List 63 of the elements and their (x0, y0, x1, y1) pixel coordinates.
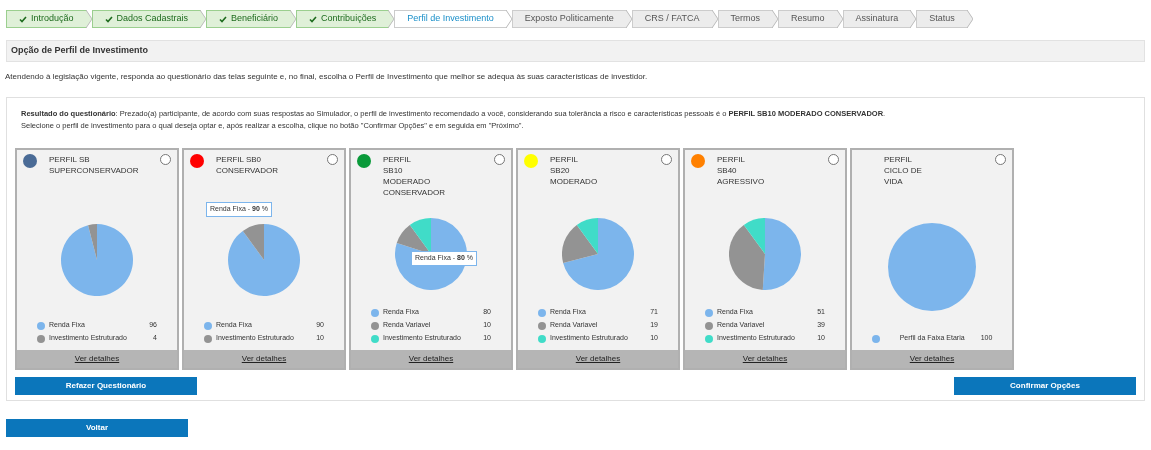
details-link[interactable]: Ver detalhes (408, 353, 454, 365)
radio-button[interactable] (828, 154, 839, 165)
profile-title: SB10 (383, 165, 404, 176)
radio-button[interactable] (995, 154, 1006, 165)
chevron-icon (772, 10, 779, 28)
check-icon (309, 15, 318, 23)
check-icon (19, 15, 27, 23)
legend-swatch (371, 334, 379, 343)
details-link[interactable]: Ver detalhes (74, 353, 120, 365)
radio-button[interactable] (494, 154, 505, 165)
legend-swatch (871, 334, 880, 343)
profile-title: AGRESSIVO (717, 176, 766, 187)
chevron-icon (711, 10, 718, 28)
chevron-icon (836, 10, 843, 28)
chevron-icon (85, 10, 92, 28)
check-icon (104, 15, 113, 23)
legend-swatch (538, 308, 546, 317)
profile-title: PERFIL SB (49, 154, 91, 165)
profile-title: PERFIL (383, 154, 412, 165)
profile-title: SB40 (717, 165, 738, 176)
profile-title: PERFIL (884, 154, 913, 165)
profile-title: PERFIL (550, 154, 579, 165)
legend-swatch (37, 334, 45, 343)
legend-swatch (37, 321, 45, 330)
radio-button[interactable] (160, 154, 171, 165)
chevron-icon (966, 10, 973, 28)
check-icon (219, 15, 228, 23)
chevron-icon (505, 10, 512, 28)
radio-button[interactable] (661, 154, 672, 165)
details-link[interactable]: Ver detalhes (241, 353, 287, 365)
chevron-icon (910, 10, 917, 28)
profile-title: CONSERVADOR (216, 165, 279, 176)
chevron-icon (200, 10, 207, 28)
legend-swatch (705, 321, 713, 330)
chevron-icon (625, 10, 632, 28)
intro-text: Atendendo à legislação vigente, responda ao questionário das telas seguinte e, no final, escolha o Perfil de Investimento que melhor se adequa às suas características de investidor. (5, 71, 649, 83)
profile-title: CONSERVADOR (383, 187, 446, 198)
legend-swatch (371, 308, 379, 317)
chevron-icon (388, 10, 395, 28)
details-link[interactable]: Ver detalhes (575, 353, 621, 365)
profile-title: SB20 (550, 165, 571, 176)
legend-swatch (538, 321, 546, 330)
legend-swatch (204, 321, 212, 330)
details-link[interactable]: Ver detalhes (909, 353, 955, 365)
profile-title: MODERADO (550, 176, 599, 187)
profile-title: VIDA (884, 176, 904, 187)
confirm-options-button[interactable]: Confirmar Opções (954, 377, 1136, 395)
redo-questionnaire-button[interactable]: Refazer Questionário (15, 377, 197, 395)
details-link[interactable]: Ver detalhes (742, 353, 788, 365)
chevron-icon (290, 10, 297, 28)
profile-title: SUPERCONSERVADOR (49, 165, 140, 176)
profile-title: PERFIL SB0 (216, 154, 263, 165)
legend-swatch (371, 321, 379, 330)
profile-title: CICLO DE (884, 165, 923, 176)
section-title: Opção de Perfil de Investimento (11, 44, 149, 58)
profile-title: MODERADO (383, 176, 432, 187)
profile-title: PERFIL (717, 154, 746, 165)
legend-swatch (538, 334, 546, 343)
radio-button[interactable] (327, 154, 338, 165)
back-button[interactable]: Voltar (6, 419, 188, 437)
legend-swatch (204, 334, 212, 343)
legend-swatch (705, 334, 713, 343)
legend-swatch (705, 308, 713, 317)
